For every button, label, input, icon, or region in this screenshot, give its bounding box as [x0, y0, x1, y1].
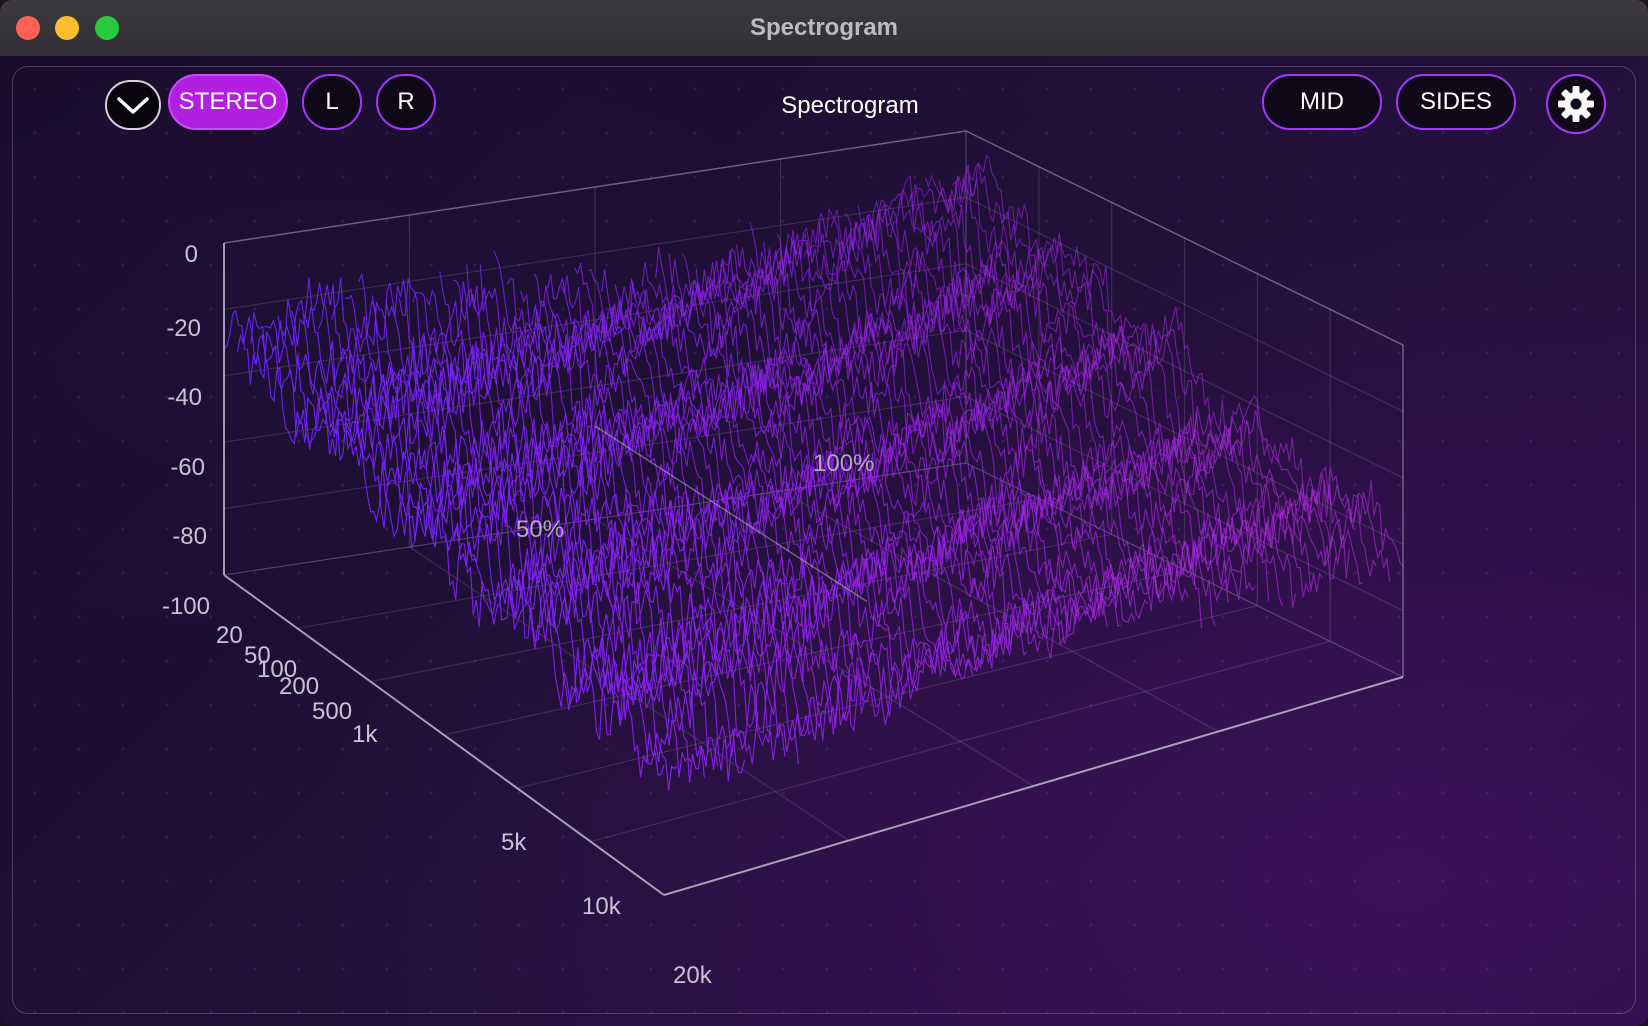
spectrogram-3d-plot: 0 -20 -40 -60 -80 -100 20 50 100 200 500… [162, 130, 1404, 989]
spectrum-trace [223, 309, 665, 778]
settings-button[interactable] [1546, 74, 1606, 134]
left-channel-button[interactable]: L [302, 74, 362, 130]
db-tick-label: -20 [166, 315, 201, 342]
db-tick-label: 0 [185, 241, 198, 268]
spectrum-trace [830, 209, 1270, 602]
freq-tick-label: 200 [279, 673, 319, 700]
spectrum-trace [803, 220, 1243, 600]
app-window: Spectrogram 0 -20 -40 -60 -80 -100 20 50… [0, 0, 1648, 1026]
freq-tick-label: 5k [501, 829, 527, 856]
db-tick-label: -60 [170, 454, 205, 481]
freq-tick-label: 10k [582, 893, 622, 920]
spectrum-trace [857, 199, 1297, 609]
time-tick-label: 50% [516, 516, 564, 543]
freq-tick-label: 20k [673, 962, 713, 989]
axis-line [663, 676, 1404, 896]
db-tick-label: -100 [162, 593, 210, 620]
db-tick-label: -40 [167, 384, 202, 411]
gear-icon [1558, 86, 1594, 122]
freq-tick-label: 1k [352, 721, 378, 748]
freq-tick-label: 500 [312, 698, 352, 725]
chevron-down-icon [117, 97, 149, 114]
view-dropdown-button[interactable] [105, 80, 161, 130]
time-tick-label: 100% [813, 450, 874, 477]
db-tick-label: -80 [172, 523, 207, 550]
spectrum-trace [871, 192, 1310, 598]
right-channel-button[interactable]: R [376, 74, 436, 130]
freq-tick-label: 20 [216, 622, 243, 649]
spectrum-trace [911, 183, 1350, 579]
stereo-button[interactable]: STEREO [168, 74, 288, 130]
mid-button[interactable]: MID [1262, 74, 1382, 130]
sides-button[interactable]: SIDES [1396, 74, 1516, 130]
panel-title: Spectrogram [781, 92, 919, 119]
